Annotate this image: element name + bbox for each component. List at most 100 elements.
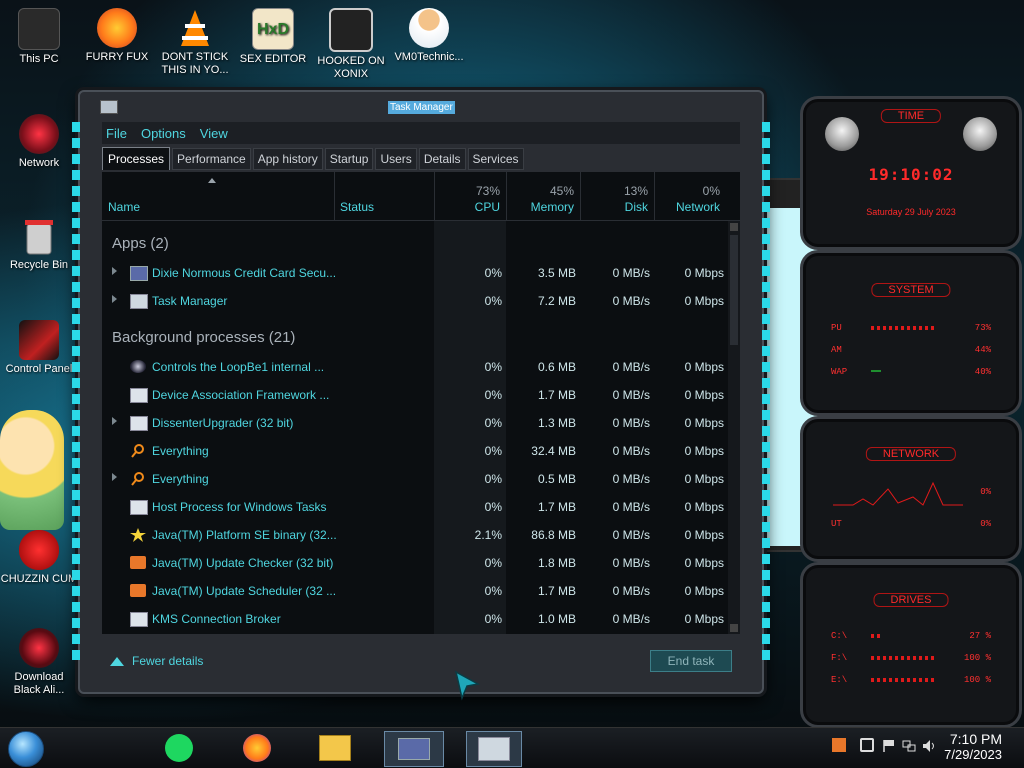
task-manager-window[interactable]: Task Manager File Options View Processes… [72, 90, 770, 694]
taskbar-app-task-manager[interactable] [466, 731, 522, 767]
end-task-button[interactable]: End task [650, 650, 732, 672]
mouse-cursor-icon [454, 670, 480, 701]
table-row[interactable]: Device Association Framework ... 0% 1.7 … [102, 381, 726, 409]
scroll-up-arrow-icon[interactable] [730, 223, 738, 231]
process-name: Task Manager [152, 294, 228, 308]
tab-details[interactable]: Details [418, 148, 466, 170]
network-out-row: UT 0% [831, 519, 991, 529]
table-row[interactable]: Controls the LoopBe1 internal ... 0% 0.6… [102, 353, 726, 381]
xonix-icon [329, 8, 373, 52]
process-disk: 0 MB/s [612, 584, 650, 598]
desktop-icon-this-pc[interactable]: This PC [0, 8, 78, 66]
process-memory: 1.3 MB [537, 416, 576, 430]
taskbar-app-file-explorer[interactable] [316, 731, 354, 765]
scrollbar-thumb[interactable] [730, 235, 738, 345]
desktop-icon-control-panel[interactable]: Control Panel [0, 320, 78, 376]
window-edge-decoration-left [72, 122, 80, 662]
column-memory[interactable]: 45% Memory [506, 172, 580, 220]
window-process-icon [130, 612, 148, 627]
process-disk: 0 MB/s [612, 556, 650, 570]
process-cpu: 0% [484, 294, 502, 308]
table-row[interactable]: Java(TM) Platform SE binary (32... 2.1% … [102, 521, 726, 549]
desktop-icon-hooked-on-xonix[interactable]: HOOKED ON XONIX [312, 8, 390, 81]
process-cpu: 0% [484, 556, 502, 570]
start-button[interactable] [8, 731, 44, 767]
clock-time: 7:10 PM [949, 731, 1002, 747]
process-name: Dixie Normous Credit Card Secu... [152, 266, 337, 280]
java-tray-icon[interactable] [832, 738, 846, 752]
tab-services[interactable]: Services [467, 148, 524, 170]
network-gadget[interactable]: NETWORK 0% UT 0% [800, 416, 1022, 562]
expand-arrow-icon[interactable] [112, 267, 117, 275]
column-status[interactable]: Status [334, 172, 434, 220]
process-memory: 3.5 MB [537, 266, 576, 280]
tab-processes[interactable]: Processes [102, 147, 171, 170]
expand-arrow-icon[interactable] [112, 295, 117, 303]
drives-gadget[interactable]: DRIVES C:\ 27 % F:\ 100 % E:\ 100 % [800, 562, 1022, 728]
scroll-down-arrow-icon[interactable] [730, 624, 738, 632]
expand-arrow-icon[interactable] [112, 417, 117, 425]
taskbar-app-firefox[interactable] [238, 731, 276, 765]
process-network: 0 Mbps [684, 444, 724, 458]
process-network: 0 Mbps [684, 360, 724, 374]
table-row[interactable]: KMS Connection Broker 0% 1.0 MB 0 MB/s 0… [102, 605, 726, 633]
process-disk: 0 MB/s [612, 388, 650, 402]
process-network: 0 Mbps [684, 388, 724, 402]
menu-options[interactable]: Options [141, 126, 186, 141]
column-disk[interactable]: 13% Disk [580, 172, 654, 220]
desktop-icon-sex-editor[interactable]: HxD SEX EDITOR [234, 8, 312, 66]
volume-icon[interactable] [922, 738, 936, 752]
tab-users[interactable]: Users [375, 148, 417, 170]
taskbar-app-credit-card[interactable] [384, 731, 444, 767]
time-gadget[interactable]: TIME 19:10:02 Saturday 29 July 2023 [800, 96, 1022, 250]
expand-arrow-icon[interactable] [112, 473, 117, 481]
network-tray-icon[interactable] [902, 738, 916, 752]
desktop-icon-furry-fux[interactable]: FURRY FUX [78, 8, 156, 64]
table-row[interactable]: Host Process for Windows Tasks 0% 1.7 MB… [102, 493, 726, 521]
fewer-details-link[interactable]: Fewer details [110, 654, 203, 668]
cpu-usage-bar [871, 326, 935, 330]
table-row[interactable]: Dixie Normous Credit Card Secu... 0% 3.5… [102, 259, 726, 287]
process-network: 0 Mbps [684, 584, 724, 598]
title-bar[interactable]: Task Manager [80, 96, 762, 114]
tab-performance[interactable]: Performance [172, 148, 251, 170]
process-cpu: 0% [484, 360, 502, 374]
column-name[interactable]: Name [102, 172, 334, 220]
flag-icon[interactable] [882, 738, 896, 752]
taskbar-app-notes[interactable] [160, 731, 198, 765]
column-network[interactable]: 0% Network [654, 172, 726, 220]
sort-arrow-icon [208, 178, 216, 183]
process-disk: 0 MB/s [612, 294, 650, 308]
table-row[interactable]: Java(TM) Update Checker (32 bit) 0% 1.8 … [102, 549, 726, 577]
menu-view[interactable]: View [200, 126, 228, 141]
network-activity-graph [833, 481, 963, 506]
table-row[interactable]: Everything 0% 0.5 MB 0 MB/s 0 Mbps [102, 465, 726, 493]
up-arrow-icon [110, 657, 124, 666]
table-row[interactable]: Everything 0% 32.4 MB 0 MB/s 0 Mbps [102, 437, 726, 465]
drive-f-bar [871, 656, 935, 660]
tab-app-history[interactable]: App history [252, 148, 323, 170]
tab-startup[interactable]: Startup [324, 148, 374, 170]
process-network: 0 Mbps [684, 556, 724, 570]
table-row[interactable]: Java(TM) Update Scheduler (32 ... 0% 1.7… [102, 577, 726, 605]
vertical-scrollbar[interactable] [728, 221, 740, 634]
column-cpu[interactable]: 73% CPU [434, 172, 506, 220]
process-disk: 0 MB/s [612, 416, 650, 430]
process-memory: 0.5 MB [537, 472, 576, 486]
desktop-icon-chuzzin-cum[interactable]: CHUZZIN CUM [0, 530, 78, 586]
taskbar-clock[interactable]: 7:10 PM 7/29/2023 [944, 731, 1002, 762]
desktop-icon-dont-stick[interactable]: DONT STICK THIS IN YO... [156, 8, 234, 77]
table-row[interactable]: Task Manager 0% 7.2 MB 0 MB/s 0 Mbps [102, 287, 726, 315]
system-gadget[interactable]: SYSTEM PU 73% AM 44% WAP 40% [800, 250, 1022, 416]
desktop-icon-vm0technic[interactable]: VM0Technic... [390, 8, 468, 64]
desktop-icon-network[interactable]: Network [0, 114, 78, 170]
notification-icon[interactable] [860, 738, 874, 752]
desktop-icon-recycle-bin[interactable]: Recycle Bin [0, 216, 78, 272]
table-row[interactable]: DissenterUpgrader (32 bit) 0% 1.3 MB 0 M… [102, 409, 726, 437]
process-network: 0 Mbps [684, 472, 724, 486]
credit-card-app-icon [398, 738, 430, 760]
menu-file[interactable]: File [106, 126, 127, 141]
process-memory: 0.6 MB [537, 360, 576, 374]
process-name: Java(TM) Update Scheduler (32 ... [152, 584, 337, 598]
desktop-icon-download-black-alien[interactable]: Download Black Ali... [0, 628, 78, 697]
